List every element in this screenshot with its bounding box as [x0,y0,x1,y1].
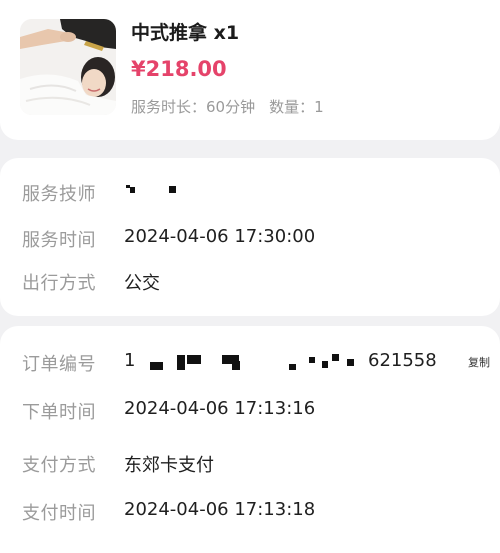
travel-mode-label: 出行方式 [22,273,96,294]
order-placed-row: 下单时间 2024-04-06 17:13:16 [22,395,490,425]
order-number-suffix: 621558 [368,350,437,371]
product-price: ¥218.00 [131,57,227,81]
duration-value: 60分钟 [206,98,256,116]
service-time-row: 服务时间 2024-04-06 17:30:00 [22,223,490,253]
redaction-mark [150,362,163,370]
redaction-mark [169,186,176,193]
order-info-card: 订单编号 1 621558 复制 下单时间 2024-04-06 17:13:1… [0,326,500,553]
paid-time-value: 2024-04-06 17:13:18 [124,499,316,520]
quantity-value: 1 [314,98,324,116]
copy-order-number-button[interactable]: 复制 [468,354,490,370]
redaction-mark [309,357,315,363]
redaction-mark [347,359,354,366]
technician-label: 服务技师 [22,184,96,205]
duration-label: 服务时长： [131,98,207,116]
order-placed-label: 下单时间 [22,402,96,423]
travel-mode-row: 出行方式 公交 [22,266,490,296]
payment-method-row: 支付方式 东郊卡支付 [22,448,490,478]
massage-photo-image [20,19,116,115]
redaction-mark [177,355,185,370]
order-number-row: 订单编号 1 621558 复制 [22,347,490,377]
redaction-mark [332,354,339,361]
order-placed-value: 2024-04-06 17:13:16 [124,398,316,419]
order-number-prefix: 1 [124,350,136,371]
product-card[interactable]: 中式推拿 x1 ¥218.00 服务时长：60分钟 数量：1 [0,0,500,140]
payment-method-value: 东郊卡支付 [124,455,214,476]
redaction-mark [322,361,328,368]
redaction-mark [232,361,240,370]
redaction-mark [289,364,296,370]
service-time-label: 服务时间 [22,230,96,251]
technician-row: 服务技师 [22,177,490,207]
service-info-card: 服务技师 服务时间 2024-04-06 17:30:00 出行方式 公交 [0,158,500,316]
payment-method-label: 支付方式 [22,455,96,476]
travel-mode-value: 公交 [124,273,160,294]
order-number-label: 订单编号 [22,354,96,375]
redaction-mark [187,355,201,364]
redaction-mark [130,187,135,193]
service-time-value: 2024-04-06 17:30:00 [124,226,316,247]
paid-time-label: 支付时间 [22,503,96,524]
product-title: 中式推拿 x1 [131,22,240,44]
product-thumbnail[interactable] [20,19,116,115]
quantity-label: 数量： [269,98,315,116]
paid-time-row: 支付时间 2024-04-06 17:13:18 [22,496,490,526]
product-meta: 服务时长：60分钟 数量：1 [131,96,324,117]
